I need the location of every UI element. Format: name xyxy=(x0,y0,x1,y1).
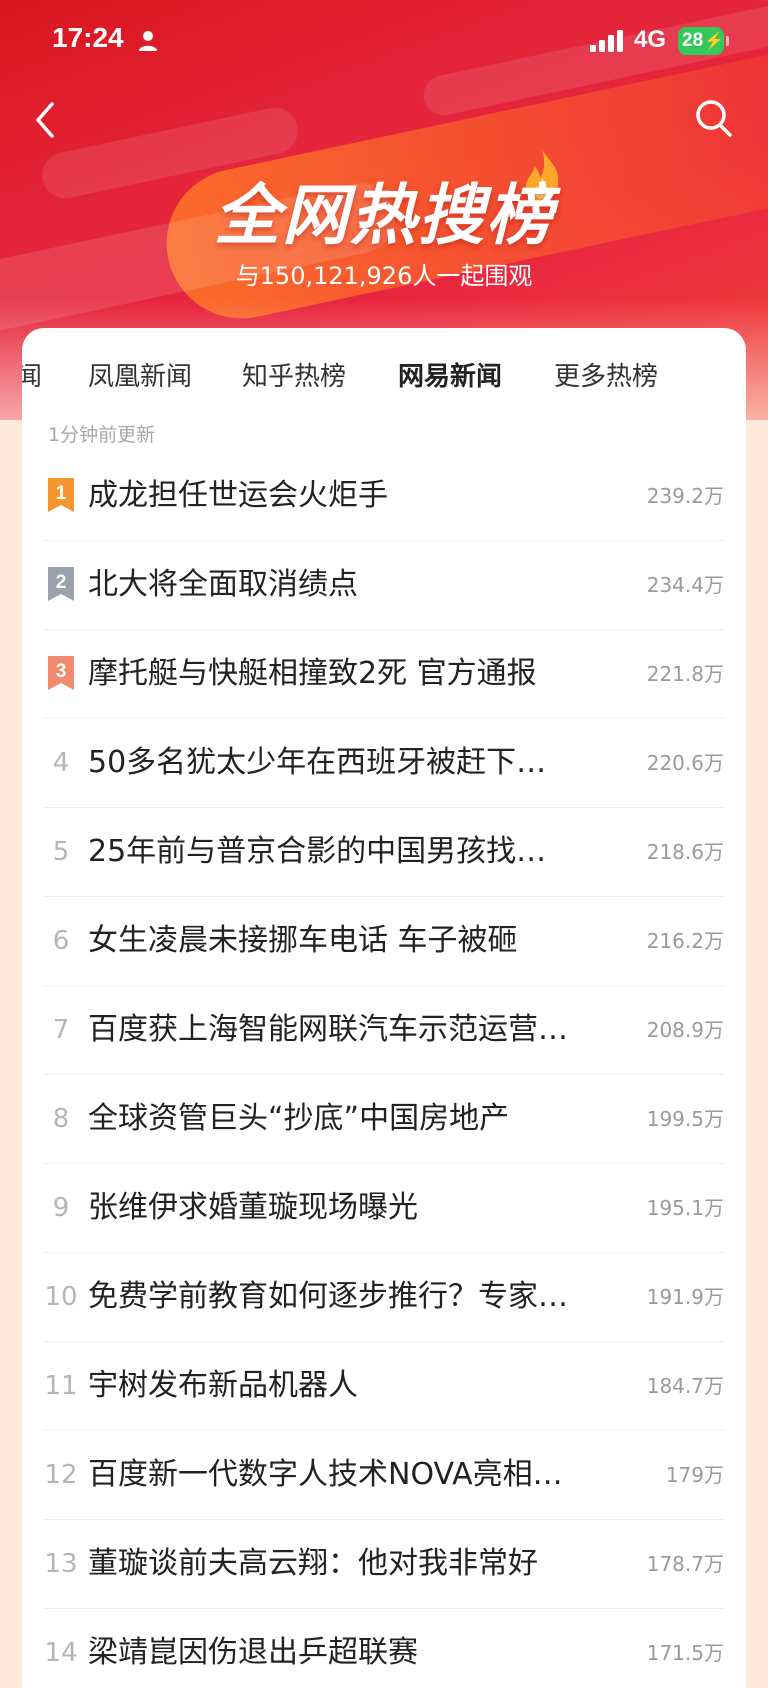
heat-value: 220.6万 xyxy=(646,751,724,775)
person-icon xyxy=(139,31,157,51)
tab-zhihu-hot[interactable]: 知乎热榜 xyxy=(242,356,346,393)
rank-number: 11 xyxy=(44,1371,78,1401)
rank-number: 4 xyxy=(52,748,70,778)
back-button[interactable] xyxy=(28,100,64,140)
list-item[interactable]: 1 成龙担任世运会火炬手 239.2万 xyxy=(44,452,724,541)
heat-value: 208.9万 xyxy=(646,1018,724,1042)
item-title: 梁靖崑因伤退出乒超联赛 xyxy=(88,1635,418,1670)
item-title: 女生凌晨未接挪车电话 车子被砸 xyxy=(88,923,518,958)
list-item[interactable]: 10 免费学前教育如何逐步推行？专家… 191.9万 xyxy=(44,1253,724,1342)
status-time: 17:24 xyxy=(52,22,124,53)
rank-number: 3 xyxy=(56,661,67,682)
item-title: 百度获上海智能网联汽车示范运营… xyxy=(88,1012,568,1047)
page-title: 全网热搜榜 xyxy=(214,177,554,254)
hot-list-card: 闻 凤凰新闻 知乎热榜 网易新闻 更多热榜 1分钟前更新 1 成龙担任世运会火炬… xyxy=(22,328,746,1688)
rank-number: 7 xyxy=(52,1015,70,1045)
rank-badge-icon: 2 xyxy=(48,567,74,601)
heat-value: 216.2万 xyxy=(646,929,724,953)
item-title: 宇树发布新品机器人 xyxy=(88,1368,358,1403)
list-item[interactable]: 4 50多名犹太少年在西班牙被赶下… 220.6万 xyxy=(44,719,724,808)
list-item[interactable]: 7 百度获上海智能网联汽车示范运营… 208.9万 xyxy=(44,986,724,1075)
page-subtitle: 与150,121,926人一起围观 xyxy=(235,262,533,290)
rank-number: 14 xyxy=(44,1638,78,1668)
item-title: 50多名犹太少年在西班牙被赶下… xyxy=(88,745,547,780)
rank-number: 2 xyxy=(44,541,78,629)
item-title: 25年前与普京合影的中国男孩找… xyxy=(88,834,547,869)
tab-more-lists[interactable]: 更多热榜 xyxy=(554,356,658,393)
rank-number: 5 xyxy=(52,837,70,867)
list-item[interactable]: 13 董璇谈前夫高云翔：他对我非常好 178.7万 xyxy=(44,1520,724,1609)
item-title: 摩托艇与快艇相撞致2死 官方通报 xyxy=(88,656,537,691)
list-item[interactable]: 2 北大将全面取消绩点 234.4万 xyxy=(44,541,724,630)
list-item[interactable]: 5 25年前与普京合影的中国男孩找… 218.6万 xyxy=(44,808,724,897)
item-title: 北大将全面取消绩点 xyxy=(88,567,358,602)
list-item[interactable]: 8 全球资管巨头“抄底”中国房地产 199.5万 xyxy=(44,1075,724,1164)
rank-number: 3 xyxy=(44,630,78,718)
charging-icon: ⚡ xyxy=(704,33,725,50)
item-title: 成龙担任世运会火炬手 xyxy=(88,478,388,513)
heat-value: 239.2万 xyxy=(646,484,724,508)
signal-icon xyxy=(590,30,623,52)
rank-number: 13 xyxy=(44,1549,78,1579)
rank-number: 1 xyxy=(56,483,67,504)
list-item[interactable]: 6 女生凌晨未接挪车电话 车子被砸 216.2万 xyxy=(44,897,724,986)
item-title: 董璇谈前夫高云翔：他对我非常好 xyxy=(88,1546,538,1581)
rank-number: 1 xyxy=(44,452,78,540)
list-item[interactable]: 11 宇树发布新品机器人 184.7万 xyxy=(44,1342,724,1431)
rank-number: 12 xyxy=(44,1460,78,1490)
battery-indicator: 28 ⚡ xyxy=(678,27,724,55)
item-title: 张维伊求婚董璇现场曝光 xyxy=(88,1190,418,1225)
status-bar: 17:24 4G 28 ⚡ xyxy=(0,0,768,84)
heat-value: 199.5万 xyxy=(646,1107,724,1131)
heat-value: 234.4万 xyxy=(646,573,724,597)
heat-value: 178.7万 xyxy=(646,1552,724,1576)
rank-badge-icon: 3 xyxy=(48,656,74,690)
list-item[interactable]: 14 梁靖崑因伤退出乒超联赛 171.5万 xyxy=(44,1609,724,1688)
item-title: 全球资管巨头“抄底”中国房地产 xyxy=(88,1101,510,1136)
rank-number: 2 xyxy=(56,572,67,593)
rank-badge-icon: 1 xyxy=(48,478,74,512)
rank-number: 9 xyxy=(52,1193,70,1223)
hot-list: 1 成龙担任世运会火炬手 239.2万 2 北大将全面取消绩点 234.4万 3… xyxy=(44,452,724,1688)
heat-value: 184.7万 xyxy=(646,1374,724,1398)
tab-partial[interactable]: 闻 xyxy=(22,356,42,393)
list-item[interactable]: 12 百度新一代数字人技术NOVA亮相… 179万 xyxy=(44,1431,724,1520)
search-button[interactable] xyxy=(694,98,734,140)
heat-value: 221.8万 xyxy=(646,662,724,686)
heat-value: 179万 xyxy=(665,1463,724,1487)
source-tabs: 闻 凤凰新闻 知乎热榜 网易新闻 更多热榜 xyxy=(22,328,746,408)
rank-number: 8 xyxy=(52,1104,70,1134)
tab-netease-news[interactable]: 网易新闻 xyxy=(398,356,502,393)
heat-value: 191.9万 xyxy=(646,1285,724,1309)
heat-value: 195.1万 xyxy=(646,1196,724,1220)
network-type: 4G xyxy=(634,26,667,53)
list-item[interactable]: 3 摩托艇与快艇相撞致2死 官方通报 221.8万 xyxy=(44,630,724,719)
battery-cap xyxy=(726,36,729,46)
heat-value: 171.5万 xyxy=(646,1641,724,1665)
rank-number: 10 xyxy=(44,1282,78,1312)
update-time: 1分钟前更新 xyxy=(48,424,156,446)
tab-ifeng-news[interactable]: 凤凰新闻 xyxy=(88,356,192,393)
rank-number: 6 xyxy=(52,926,70,956)
item-title: 免费学前教育如何逐步推行？专家… xyxy=(88,1279,568,1314)
list-item[interactable]: 9 张维伊求婚董璇现场曝光 195.1万 xyxy=(44,1164,724,1253)
battery-level: 28 xyxy=(682,30,704,51)
item-title: 百度新一代数字人技术NOVA亮相… xyxy=(88,1457,563,1492)
heat-value: 218.6万 xyxy=(646,840,724,864)
